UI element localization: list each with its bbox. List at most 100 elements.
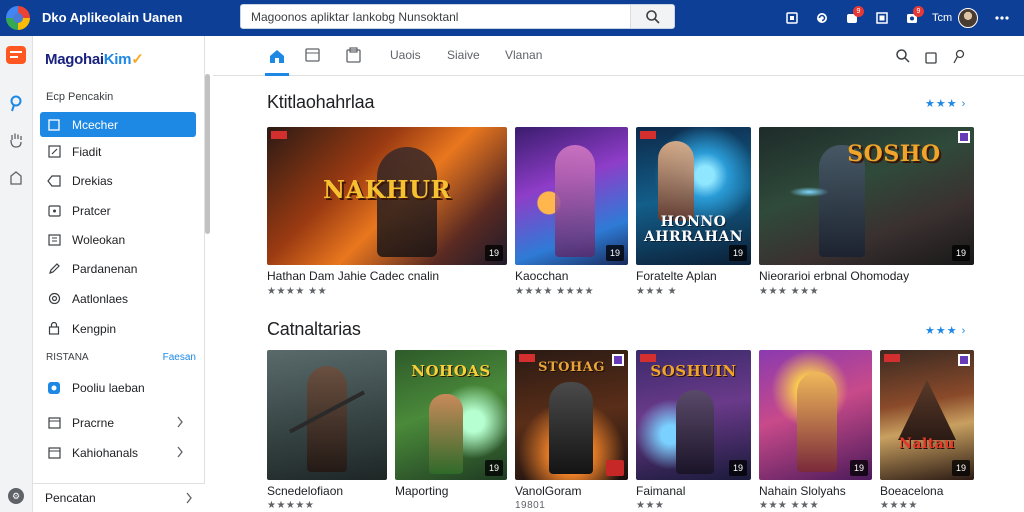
sidebar-item-label: Fiadit bbox=[72, 144, 102, 159]
list-icon bbox=[46, 232, 62, 248]
cart-icon[interactable] bbox=[920, 46, 942, 66]
game-thumbnail: SOSHO 19 bbox=[759, 127, 974, 265]
section-see-more[interactable]: ★★★ › bbox=[925, 97, 966, 110]
game-thumbnail: Naltau 19 bbox=[880, 350, 974, 480]
sidebar-item-label: Mcecher bbox=[72, 117, 119, 132]
tab-home[interactable] bbox=[265, 46, 289, 66]
refresh-icon[interactable] bbox=[810, 6, 834, 30]
left-rail: ⚙ bbox=[0, 36, 33, 512]
character-figure bbox=[797, 372, 837, 472]
rating-badge: 19 bbox=[485, 245, 503, 261]
sidebar-item-woleokan[interactable]: Woleokan bbox=[40, 227, 196, 252]
lock-icon bbox=[46, 321, 62, 337]
game-card[interactable]: 19 Kaocchan ★★★★ ★★★★ bbox=[515, 127, 628, 297]
game-title: Kaocchan bbox=[515, 269, 569, 283]
settings-gear-icon[interactable]: ⚙ bbox=[8, 488, 24, 504]
game-thumbnail: NAKHUR 19 bbox=[267, 127, 507, 265]
tab-siaive[interactable]: Siaive bbox=[447, 48, 480, 62]
game-title: Scnedelofiaon bbox=[267, 484, 344, 498]
chevron-right-icon bbox=[177, 446, 183, 458]
tag-badge bbox=[640, 354, 656, 362]
tab-window[interactable] bbox=[305, 48, 320, 67]
sidebar-item-pardanenan[interactable]: Pardanenan bbox=[40, 256, 196, 281]
game-card[interactable]: Scnedelofiaon ★★★★★ bbox=[267, 350, 387, 512]
tab-gallery[interactable] bbox=[346, 47, 361, 68]
game-thumbnail: 19 bbox=[515, 127, 628, 265]
pin-icon[interactable] bbox=[948, 46, 970, 66]
browser-logo-icon[interactable] bbox=[6, 6, 30, 30]
game-logo-text: HONNO AHRRAHAN bbox=[643, 214, 744, 245]
folder-icon bbox=[46, 445, 62, 461]
folder-icon bbox=[46, 415, 62, 431]
tag-badge bbox=[271, 131, 287, 139]
rating-badge: 19 bbox=[485, 460, 503, 476]
avatar[interactable] bbox=[958, 8, 979, 28]
sidebar-item-mcecher[interactable]: Mcecher bbox=[40, 112, 196, 137]
sidebar-item-label: Drekias bbox=[72, 173, 113, 188]
app-menu-icon[interactable] bbox=[6, 46, 26, 64]
game-card[interactable]: Naltau 19 Boeacelona ★★★★ bbox=[880, 350, 974, 512]
notification-icon[interactable]: 9 bbox=[840, 6, 864, 30]
notification-badge: 9 bbox=[853, 6, 864, 17]
more-options-icon[interactable] bbox=[990, 6, 1014, 30]
brush-icon[interactable] bbox=[4, 92, 28, 116]
game-card[interactable]: 19 Nahain Slolyahs ★★★ ★★★ bbox=[759, 350, 872, 512]
sidebar-item-kahiohanals[interactable]: Kahiohanals bbox=[40, 440, 196, 465]
game-meta: ★★★★ ★★ bbox=[267, 286, 328, 297]
user-name[interactable]: Tcm bbox=[932, 12, 952, 24]
game-meta: ★★★★★ bbox=[267, 500, 315, 511]
tag-icon bbox=[46, 173, 62, 189]
pen-icon bbox=[46, 261, 62, 277]
search-button[interactable] bbox=[630, 5, 674, 28]
brand-main: Magohai bbox=[45, 51, 104, 68]
game-card[interactable]: SOSHUIN 19 Faimanal ★★★ bbox=[636, 350, 751, 512]
sidebar-subheader-link[interactable]: Faesan bbox=[163, 352, 196, 363]
sidebar-item-label: Pracrne bbox=[72, 415, 115, 430]
sidebar-item-aatlonlaes[interactable]: Aatlonlaes bbox=[40, 286, 196, 311]
game-title: Hathan Dam Jahie Cadec cnalin bbox=[267, 269, 440, 283]
gallery-icon bbox=[346, 47, 361, 63]
sidebar-item-fiadit[interactable]: Fiadit bbox=[40, 139, 196, 164]
sidebar-item-pracrne[interactable]: Pracrne bbox=[40, 410, 196, 435]
sidebar-item-kengpin[interactable]: Kengpin bbox=[40, 316, 196, 341]
game-card[interactable]: STOHAG VanolGoram 19801 bbox=[515, 350, 628, 512]
sidebar-footer[interactable]: Pencatan bbox=[33, 483, 205, 512]
game-card[interactable]: HONNO AHRRAHAN 19 Foratelte Aplan ★★★ ★ bbox=[636, 127, 751, 297]
energy-effect bbox=[789, 187, 829, 197]
game-meta: ★★★ ★★★ bbox=[759, 286, 820, 297]
rating-badge: 19 bbox=[606, 245, 624, 261]
tag-badge bbox=[640, 131, 656, 139]
sidebar-item-label: Pratcer bbox=[72, 203, 111, 218]
game-card[interactable]: NOHOAS 19 Maporting bbox=[395, 350, 507, 512]
hand-icon[interactable] bbox=[4, 128, 28, 152]
shopping-bag-icon[interactable] bbox=[4, 166, 28, 190]
home-icon bbox=[46, 117, 62, 133]
game-thumbnail: HONNO AHRRAHAN 19 bbox=[636, 127, 751, 265]
game-card[interactable]: SOSHO 19 Nieorarioi erbnal Ohomoday ★★★ … bbox=[759, 127, 974, 297]
game-title: Nieorarioi erbnal Ohomoday bbox=[759, 269, 910, 283]
game-meta: ★★★★ ★★★★ bbox=[515, 286, 594, 297]
grid-icon[interactable] bbox=[870, 6, 894, 30]
game-meta: ★★★ ★★★ bbox=[759, 500, 820, 511]
sidebar-item-drekias[interactable]: Drekias bbox=[40, 168, 196, 193]
sidebar-item-pratcer[interactable]: Pratcer bbox=[40, 198, 196, 223]
sidebar-scrollbar[interactable] bbox=[205, 74, 210, 234]
game-meta: 19801 bbox=[515, 500, 546, 511]
tab-uaois[interactable]: Uaois bbox=[390, 48, 421, 62]
alarm-icon[interactable]: 9 bbox=[900, 6, 924, 30]
home-icon bbox=[270, 49, 284, 63]
search-input[interactable] bbox=[251, 8, 631, 26]
corner-badge-icon bbox=[958, 354, 970, 366]
square-icon[interactable] bbox=[780, 6, 804, 30]
game-card[interactable]: NAKHUR 19 Hathan Dam Jahie Cadec cnalin … bbox=[267, 127, 507, 297]
character-figure bbox=[676, 390, 714, 474]
tag-badge bbox=[884, 354, 900, 362]
search-bar[interactable] bbox=[240, 4, 675, 29]
alarm-badge: 9 bbox=[913, 6, 924, 17]
sidebar-item-pooliu-laeban[interactable]: Pooliu laeban bbox=[40, 375, 196, 400]
search-icon[interactable] bbox=[892, 46, 914, 66]
section-see-more[interactable]: ★★★ › bbox=[925, 324, 966, 337]
tab-vlanan[interactable]: Vlanan bbox=[505, 48, 542, 62]
sidebar-item-label: Kengpin bbox=[72, 321, 117, 336]
brand-logo[interactable]: MagohaiKim✓ bbox=[45, 50, 144, 68]
